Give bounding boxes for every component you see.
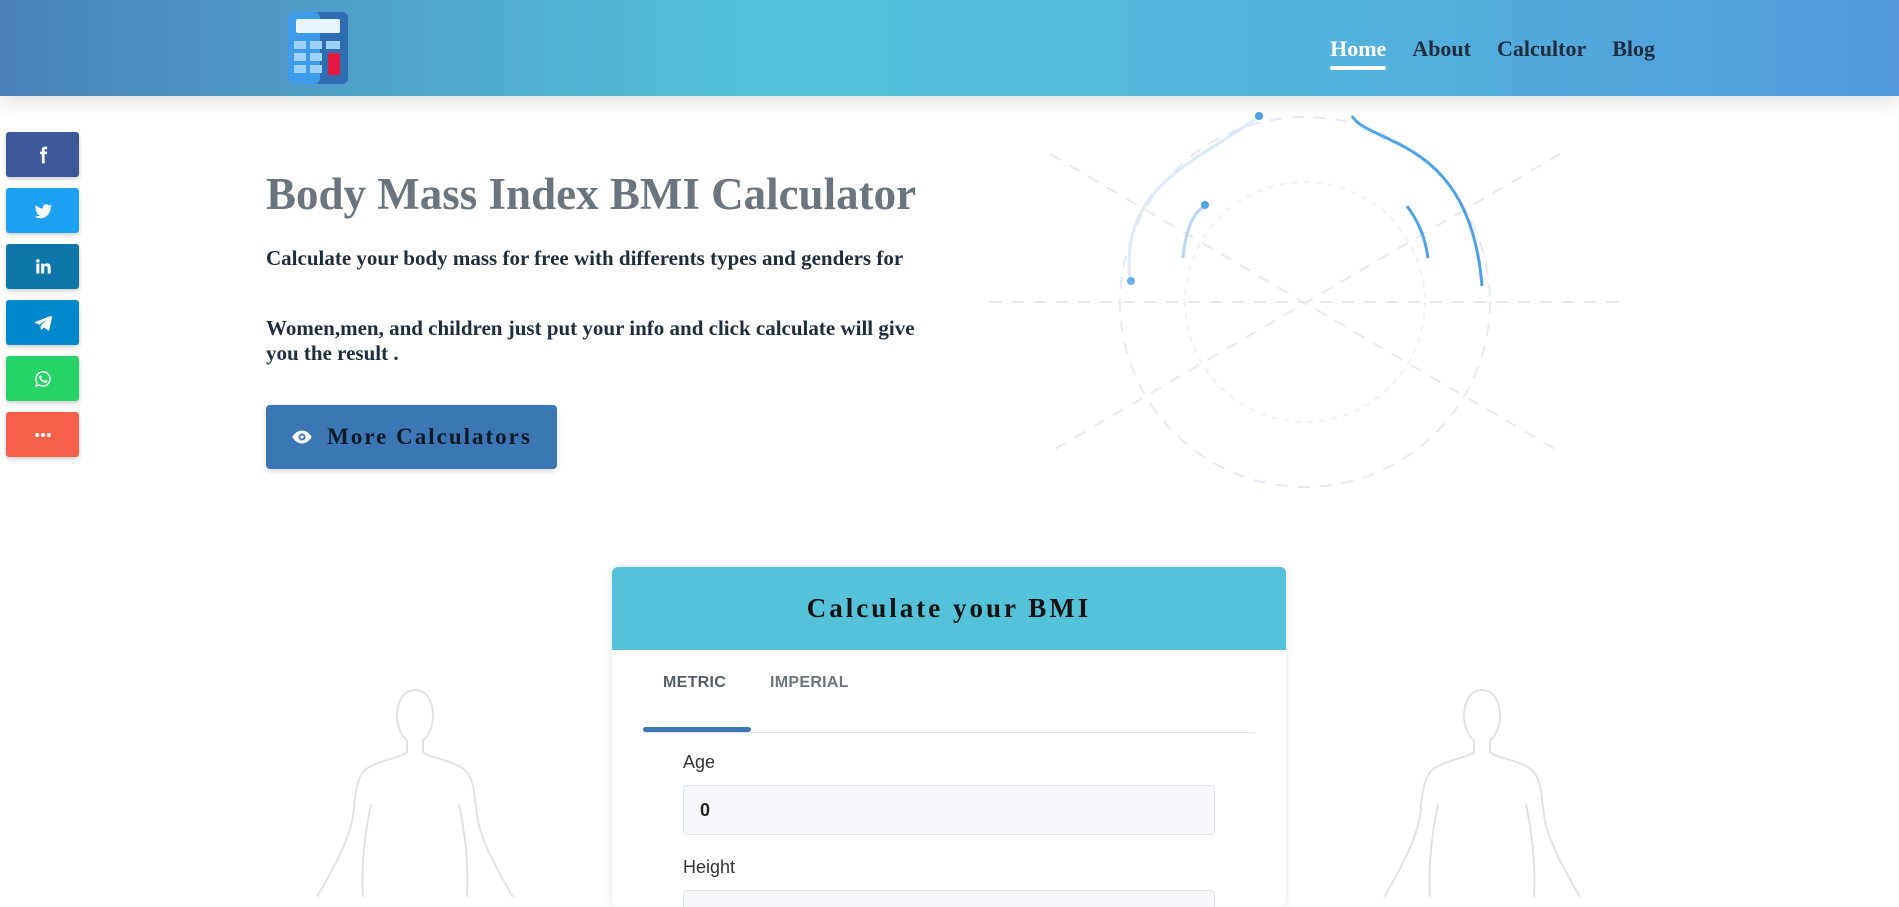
- card-title: Calculate your BMI: [806, 593, 1092, 623]
- body-measure-illustration: [990, 112, 1620, 488]
- card-header: Calculate your BMI: [612, 567, 1286, 650]
- calculator-icon[interactable]: [286, 10, 350, 86]
- body-outline-left: [316, 689, 514, 897]
- tab-imperial[interactable]: IMPERIAL: [770, 674, 849, 692]
- telegram-share-button[interactable]: [6, 300, 79, 345]
- eye-icon: [292, 430, 312, 444]
- page-title: Body Mass Index BMI Calculator: [266, 169, 917, 219]
- more-share-button[interactable]: [6, 412, 79, 457]
- more-icon: [34, 432, 51, 437]
- age-input[interactable]: [683, 785, 1215, 835]
- linkedin-icon: [35, 258, 51, 274]
- body-outline-right: [1383, 689, 1581, 897]
- nav-home-link[interactable]: Home: [1330, 36, 1387, 70]
- social-share-bar: [6, 132, 79, 457]
- height-input[interactable]: [683, 890, 1215, 907]
- telegram-icon: [34, 315, 52, 331]
- facebook-icon: [39, 146, 47, 163]
- hero-description-1: Calculate your body mass for free with d…: [266, 246, 904, 270]
- whatsapp-icon: [34, 370, 51, 387]
- more-calculators-button[interactable]: More Calculators: [266, 405, 557, 469]
- hero-description-2: Women,men, and children just put your in…: [266, 316, 915, 365]
- active-tab-indicator: [643, 727, 751, 732]
- main-nav: Home About Calcultor Blog: [1330, 36, 1655, 70]
- twitter-icon: [34, 203, 52, 218]
- tab-metric[interactable]: METRIC: [663, 674, 726, 692]
- nav-blog-link[interactable]: Blog: [1612, 36, 1655, 68]
- facebook-share-button[interactable]: [6, 132, 79, 177]
- height-label: Height: [683, 857, 736, 877]
- unit-tabs: [643, 650, 1255, 733]
- nav-calculator-link[interactable]: Calcultor: [1497, 36, 1586, 68]
- site-header: Home About Calcultor Blog: [0, 0, 1899, 96]
- more-calculators-label: More Calculators: [327, 424, 532, 449]
- nav-about-link[interactable]: About: [1412, 36, 1471, 68]
- twitter-share-button[interactable]: [6, 188, 79, 233]
- linkedin-share-button[interactable]: [6, 244, 79, 289]
- bmi-calculator-card: Calculate your BMI METRIC IMPERIAL Age H…: [612, 567, 1286, 907]
- whatsapp-share-button[interactable]: [6, 356, 79, 401]
- age-label: Age: [683, 752, 716, 772]
